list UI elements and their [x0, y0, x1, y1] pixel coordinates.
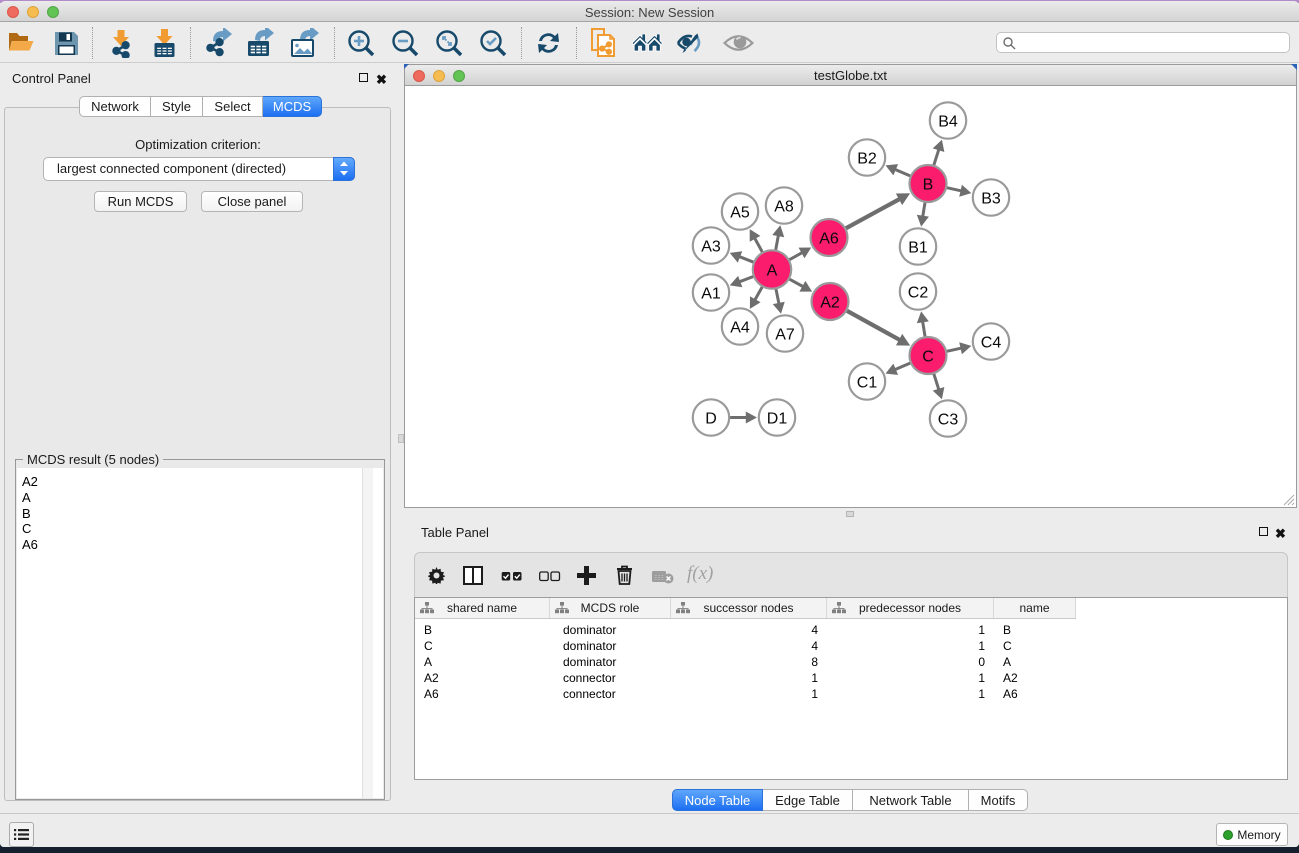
svg-text:C1: C1 [857, 374, 878, 391]
svg-text:B3: B3 [981, 190, 1001, 207]
svg-text:A2: A2 [820, 294, 840, 311]
svg-text:A3: A3 [701, 238, 721, 255]
svg-text:C4: C4 [981, 334, 1002, 351]
svg-text:A1: A1 [701, 285, 721, 302]
svg-text:A7: A7 [775, 326, 795, 343]
svg-text:B: B [923, 176, 934, 193]
svg-text:A: A [767, 262, 778, 279]
svg-text:C: C [922, 348, 934, 365]
svg-text:C3: C3 [938, 411, 959, 428]
svg-text:D: D [705, 410, 717, 427]
svg-text:B2: B2 [857, 150, 877, 167]
svg-text:A8: A8 [774, 198, 794, 215]
svg-text:A6: A6 [819, 230, 839, 247]
svg-text:D1: D1 [767, 410, 788, 427]
svg-text:A5: A5 [730, 204, 750, 221]
svg-text:A4: A4 [730, 319, 750, 336]
svg-text:B1: B1 [908, 239, 928, 256]
svg-text:B4: B4 [938, 113, 958, 130]
svg-text:C2: C2 [908, 284, 929, 301]
